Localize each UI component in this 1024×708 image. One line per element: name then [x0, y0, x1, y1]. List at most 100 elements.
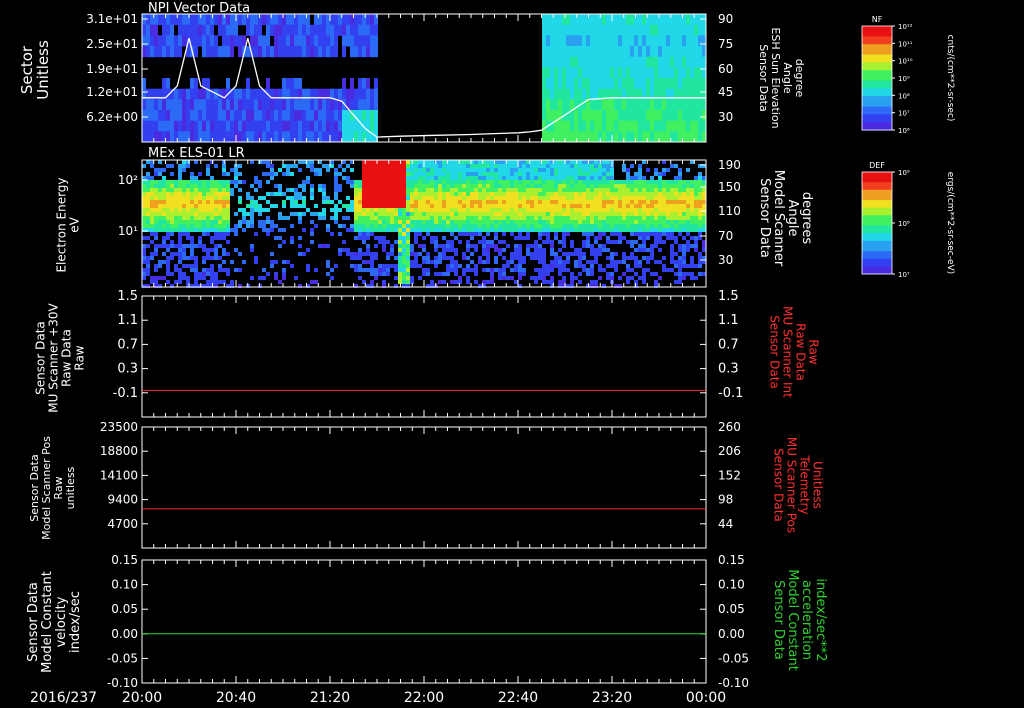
ytick-left: -0.1 [113, 386, 138, 401]
colorbar-unit: cnts/(cm**2-sr-sec) [945, 35, 955, 122]
x-axis-date: 2016/237 [30, 690, 97, 706]
axis-label-right: index/sec**2 [813, 578, 828, 661]
ytick-left: 1.2e+01 [86, 85, 138, 99]
axis-label-left: velocity [54, 596, 69, 647]
x-tick-label: 00:00 [686, 690, 726, 706]
ytick-left: 9400 [107, 493, 138, 507]
ytick-right: 44 [718, 517, 733, 531]
x-tick-label: 22:00 [404, 690, 444, 706]
axis-label-left: MU Scanner +30V [47, 303, 61, 413]
ytick-right: -0.1 [718, 386, 743, 401]
ytick-left: 10² [118, 173, 138, 187]
ytick-right: 75 [718, 37, 733, 51]
ytick-left: 0.3 [117, 362, 138, 377]
colorbar-tick: 10⁶ [898, 127, 910, 135]
ytick-right: 260 [718, 420, 741, 434]
colorbar-tick: 10⁸ [898, 220, 910, 228]
plot-canvas: 3.1e+01 2.5e+01 1.9e+01 1.2e+01 6.2e+00 90 75 6… [0, 0, 1024, 708]
ytick-right: 0.00 [718, 627, 745, 641]
ytick-left: 0.7 [117, 337, 138, 352]
axis-label-right: ESH Sun Elevation [769, 27, 782, 128]
panel-title-els: MEx ELS-01 LR [148, 146, 245, 161]
ytick-right: 1.1 [718, 313, 739, 328]
ytick-right: 0.3 [718, 362, 739, 377]
axis-label-right: Raw Data [794, 323, 808, 381]
ytick-left: 1.9e+01 [86, 62, 138, 76]
ytick-right: 60 [718, 62, 733, 76]
ytick-left: 1.1 [117, 313, 138, 328]
axis-label-left: Raw [73, 345, 87, 370]
x-tick-label: 22:40 [498, 690, 538, 706]
axis-label-right: Unitless [811, 461, 825, 509]
ytick-left: 0.00 [111, 627, 138, 641]
ytick-right: 0.7 [718, 337, 739, 352]
ytick-right: 70 [718, 229, 733, 243]
x-tick-label: 23:20 [592, 690, 632, 706]
axis-label-left: Model Constant [40, 571, 55, 673]
colorbar-tick: 10⁹ [898, 75, 910, 83]
axis-label-left: Sensor Data [34, 321, 48, 395]
ytick-right: 90 [718, 12, 733, 26]
axis-label-right: Sensor Data [757, 44, 770, 111]
axis-label-left: Electron Energy [55, 177, 69, 272]
ytick-right: 30 [718, 253, 733, 267]
ytick-left: 14100 [100, 468, 138, 482]
x-tick-label: 20:40 [216, 690, 256, 706]
ytick-right: 110 [718, 204, 741, 218]
ytick-right: 98 [718, 493, 733, 507]
axis-label-right: MU Scanner Int [781, 306, 795, 398]
axis-label-right: Sensor Data [772, 448, 786, 522]
colorbar-tick: 10¹⁰ [898, 58, 913, 66]
axis-label-left: Unitless [34, 40, 52, 100]
ytick-right: 0.10 [718, 578, 745, 592]
ytick-left: 23500 [100, 420, 138, 434]
axis-label-right: degrees [799, 192, 814, 245]
ytick-left: -0.10 [107, 676, 138, 690]
ytick-left: 10¹ [118, 224, 138, 238]
axis-label-left: eV [68, 216, 82, 232]
axis-label-right: Model Constant [785, 569, 800, 671]
ytick-left: -0.05 [107, 651, 138, 665]
axis-label-left: Sensor Data [26, 582, 41, 662]
panel-title-npi: NPI Vector Data [148, 1, 250, 16]
ytick-right: 150 [718, 180, 741, 194]
axis-label-right: Raw [807, 339, 821, 364]
axis-label-right: Sensor Data [771, 580, 786, 660]
ytick-left: 0.10 [111, 578, 138, 592]
ytick-right: 30 [718, 110, 733, 124]
ytick-left: 6.2e+00 [86, 110, 138, 124]
ytick-left: 0.15 [111, 553, 138, 567]
axis-label-left: Raw Data [60, 329, 74, 387]
ytick-right: 0.05 [718, 602, 745, 616]
colorbar-unit: ergs/(cm**2-sr-sec-eV) [945, 172, 955, 274]
ytick-right: 0.15 [718, 553, 745, 567]
axis-label-right: Telemetry [798, 454, 812, 514]
ytick-right: -0.10 [718, 676, 749, 690]
ytick-right: 45 [718, 85, 733, 99]
axis-label-right: Sensor Data [768, 315, 782, 389]
ytick-left: 2.5e+01 [86, 37, 138, 51]
colorbar-tick: 10⁷ [898, 271, 910, 279]
ytick-left: 1.5 [117, 289, 138, 304]
ytick-right: 206 [718, 444, 741, 458]
axis-label-right: MU Scanner Pos [785, 437, 799, 533]
colorbar-title: DEF [869, 161, 885, 170]
colorbar-title: NF [872, 15, 883, 24]
ytick-left: 3.1e+01 [86, 12, 138, 26]
colorbar-tick: 10¹¹ [898, 40, 913, 48]
axis-label-right: acceleration [799, 580, 814, 660]
ytick-right: -0.05 [718, 651, 749, 665]
ytick-left: 18800 [100, 444, 138, 458]
axis-label-right: Model Scanner [771, 170, 786, 267]
axis-label-right: Sensor Data [757, 178, 772, 258]
axis-label-right: Angle [785, 200, 800, 237]
axis-label-right: degree [793, 59, 806, 98]
colorbar-tick: 10⁹ [898, 169, 910, 177]
ytick-right: 1.5 [718, 289, 739, 304]
ytick-left: 0.05 [111, 602, 138, 616]
axis-label-left: index/sec [68, 591, 83, 653]
ytick-right: 152 [718, 468, 741, 482]
x-tick-label: 21:20 [310, 690, 350, 706]
axis-label-left: unitless [64, 466, 77, 509]
ytick-left: 4700 [107, 517, 138, 531]
